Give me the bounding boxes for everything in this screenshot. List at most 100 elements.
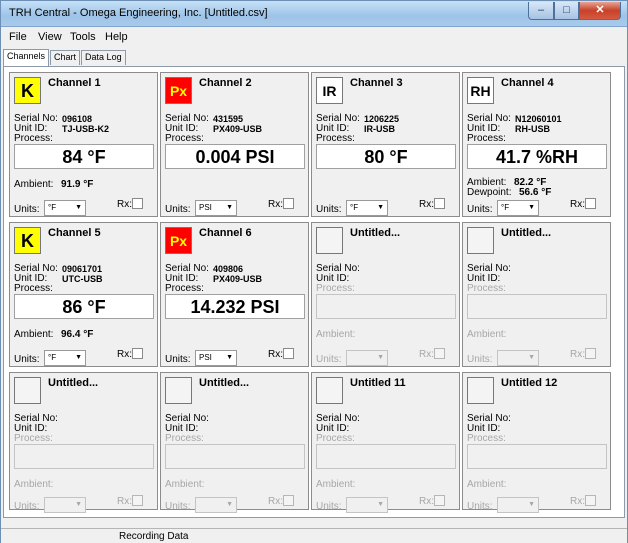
chevron-down-icon: ▼ xyxy=(75,354,82,361)
ambient-label: Ambient: xyxy=(316,479,356,490)
units-dropdown[interactable]: PSI ▼ xyxy=(195,350,237,366)
dewpoint-value: 56.6 °F xyxy=(519,187,552,198)
close-button[interactable]: ✕ xyxy=(579,2,621,20)
sensor-type-badge: K xyxy=(14,227,41,254)
menu-file[interactable]: File xyxy=(9,31,27,43)
units-dropdown[interactable]: °F ▼ xyxy=(497,200,539,216)
rx-checkbox[interactable] xyxy=(132,348,143,359)
rx-label: Rx: xyxy=(570,349,585,360)
minimize-button[interactable]: – xyxy=(528,2,554,20)
channel-title: Untitled... xyxy=(501,227,552,239)
sensor-type-badge: IR xyxy=(316,77,343,104)
menu-view[interactable]: View xyxy=(38,31,62,43)
serial-value: 1206225 xyxy=(364,114,400,124)
units-label: Units: xyxy=(316,204,342,215)
units-label: Units: xyxy=(165,204,191,215)
rx-checkbox[interactable] xyxy=(434,495,445,506)
units-dropdown[interactable]: °F ▼ xyxy=(346,200,388,216)
rx-checkbox[interactable] xyxy=(585,495,596,506)
process-label: Process: xyxy=(316,283,355,294)
serial-value: 096108 xyxy=(62,114,93,124)
process-label: Process: xyxy=(14,283,53,294)
rx-checkbox[interactable] xyxy=(132,198,143,209)
ambient-label: Ambient: xyxy=(14,479,54,490)
window-controls: – □ ✕ xyxy=(528,2,621,20)
channel-title: Untitled... xyxy=(199,377,250,389)
units-label: Units: xyxy=(14,501,40,512)
serial-value: 431595 xyxy=(213,114,244,124)
process-label: Process: xyxy=(165,283,204,294)
channel-9: Untitled... Serial No: Unit ID: Process: Amb… xyxy=(9,372,158,513)
process-display xyxy=(165,444,305,469)
process-display: 0.004 PSI xyxy=(165,144,305,169)
process-display: 14.232 PSI xyxy=(165,294,305,319)
tab-data-log[interactable]: Data Log xyxy=(81,50,126,65)
rx-label: Rx: xyxy=(117,199,132,210)
app-window: TRH Central - Omega Engineering, Inc. [U… xyxy=(0,0,628,543)
units-dropdown[interactable]: ▼ xyxy=(195,497,237,513)
ambient-value: 91.9 °F xyxy=(61,179,94,190)
tab-strip: Channels Chart Data Log xyxy=(3,49,127,66)
rx-checkbox[interactable] xyxy=(283,495,294,506)
rx-checkbox[interactable] xyxy=(434,348,445,359)
ambient-label: Ambient: xyxy=(467,479,507,490)
units-dropdown[interactable]: °F ▼ xyxy=(44,200,86,216)
rx-checkbox[interactable] xyxy=(585,198,596,209)
channel-12: Untitled 12 Serial No: Unit ID: Process: Amb… xyxy=(462,372,611,513)
channel-title: Untitled 12 xyxy=(501,377,558,389)
units-dropdown[interactable]: ▼ xyxy=(497,497,539,513)
rx-checkbox[interactable] xyxy=(283,348,294,359)
channel-title: Channel 4 xyxy=(501,77,554,89)
channel-3: IR Channel 3 Serial No: 1206225 Unit ID: IR-U… xyxy=(311,72,460,217)
rx-checkbox[interactable] xyxy=(585,348,596,359)
unit-id-value: UTC-USB xyxy=(62,274,103,284)
sensor-type-badge xyxy=(14,377,41,404)
channel-4: RH Channel 4 Serial No: N12060101 Unit ID: RH… xyxy=(462,72,611,217)
units-label: Units: xyxy=(165,501,191,512)
status-bar: Recording Data xyxy=(1,528,627,543)
channel-2: Px Channel 2 Serial No: 431595 Unit ID: PX409… xyxy=(160,72,309,217)
maximize-button[interactable]: □ xyxy=(554,2,579,20)
chevron-down-icon: ▼ xyxy=(226,501,233,508)
process-label: Process: xyxy=(14,433,53,444)
process-display xyxy=(316,444,456,469)
chevron-down-icon: ▼ xyxy=(377,354,384,361)
rx-label: Rx: xyxy=(268,199,283,210)
tab-chart[interactable]: Chart xyxy=(50,50,81,65)
units-value: °F xyxy=(501,203,510,212)
ambient-label: Ambient: xyxy=(165,479,205,490)
units-dropdown[interactable]: ▼ xyxy=(346,497,388,513)
units-dropdown[interactable]: °F ▼ xyxy=(44,350,86,366)
rx-label: Rx: xyxy=(419,496,434,507)
channel-5: K Channel 5 Serial No: 09061701 Unit ID: UTC-… xyxy=(9,222,158,367)
tab-channels[interactable]: Channels xyxy=(3,49,50,66)
channel-title: Channel 1 xyxy=(48,77,101,89)
process-display: 41.7 %RH xyxy=(467,144,607,169)
sensor-type-badge: Px xyxy=(165,227,192,254)
units-dropdown[interactable]: ▼ xyxy=(497,350,539,366)
chevron-down-icon: ▼ xyxy=(528,354,535,361)
channel-title: Untitled... xyxy=(48,377,99,389)
units-dropdown[interactable]: ▼ xyxy=(44,497,86,513)
units-value: °F xyxy=(350,203,359,212)
chevron-down-icon: ▼ xyxy=(75,204,82,211)
status-text: Recording Data xyxy=(119,531,189,542)
rx-checkbox[interactable] xyxy=(283,198,294,209)
process-display xyxy=(316,294,456,319)
sensor-type-badge xyxy=(467,377,494,404)
units-value: PSI xyxy=(199,203,212,212)
channel-title: Channel 3 xyxy=(350,77,403,89)
channel-6: Px Channel 6 Serial No: 409806 Unit ID: PX409… xyxy=(160,222,309,367)
units-dropdown[interactable]: PSI ▼ xyxy=(195,200,237,216)
chevron-down-icon: ▼ xyxy=(377,501,384,508)
rx-label: Rx: xyxy=(268,496,283,507)
menu-tools[interactable]: Tools xyxy=(70,31,96,43)
sensor-type-badge: Px xyxy=(165,77,192,104)
units-dropdown[interactable]: ▼ xyxy=(346,350,388,366)
process-display xyxy=(14,444,154,469)
chevron-down-icon: ▼ xyxy=(75,501,82,508)
menu-help[interactable]: Help xyxy=(105,31,128,43)
rx-checkbox[interactable] xyxy=(434,198,445,209)
rx-label: Rx: xyxy=(419,349,434,360)
rx-checkbox[interactable] xyxy=(132,495,143,506)
